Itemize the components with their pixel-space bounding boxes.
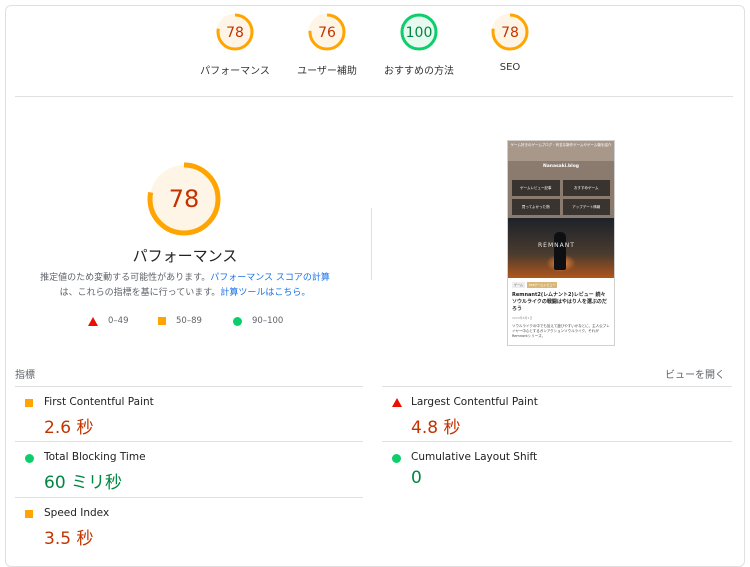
gauge-label: SEO bbox=[499, 62, 521, 73]
screenshot-site-name: Nanasaki.blog bbox=[542, 164, 580, 169]
divider bbox=[15, 96, 733, 97]
screenshot-post-title: Remnant2(レムナント2)レビュー 続々ソウルライクの戦闘はやはり人を選ぶ… bbox=[512, 292, 607, 312]
screenshot-menu-item: ゲームレビュー記事 bbox=[512, 180, 560, 196]
circle-icon bbox=[233, 316, 242, 326]
legend-label: 90–100 bbox=[252, 316, 284, 326]
metric-name: Total Blocking Time bbox=[44, 451, 146, 463]
metric-tbt: Total Blocking Time 60 ミリ秒 bbox=[15, 441, 363, 497]
metric-speed-index: Speed Index 3.5 秒 bbox=[15, 497, 363, 553]
divider bbox=[371, 208, 372, 280]
circle-icon bbox=[392, 454, 401, 463]
category-gauges: 78 パフォーマンス 76 ユーザー補助 100 おすすめの方法 78 SEO bbox=[0, 12, 750, 92]
screenshot-menu: ゲームレビュー記事 おすすめゲーム 買ってよかった物 アップデート情報 bbox=[508, 177, 614, 218]
performance-title: パフォーマンス bbox=[132, 247, 238, 265]
screenshot-menu-item: 買ってよかった物 bbox=[512, 199, 560, 215]
metric-value: 0 bbox=[411, 468, 422, 488]
screenshot-header: ゲーム好きのゲームブログ・有名な新作ゲームやゲーム機を紹介 bbox=[508, 141, 614, 161]
circle-icon bbox=[25, 454, 34, 463]
metric-name: Speed Index bbox=[44, 507, 110, 519]
triangle-icon bbox=[392, 398, 402, 407]
metric-name: Largest Contentful Paint bbox=[411, 396, 538, 408]
performance-gauge: 78 bbox=[145, 160, 223, 238]
metric-fcp: First Contentful Paint 2.6 秒 bbox=[15, 386, 363, 442]
metric-value: 60 ミリ秒 bbox=[44, 473, 123, 493]
metric-name: Cumulative Layout Shift bbox=[411, 451, 538, 463]
square-icon bbox=[25, 399, 33, 407]
calculator-link[interactable]: 計算ツールはこちら。 bbox=[220, 288, 310, 298]
desc-text: は、これらの指標を基に行っています。 bbox=[59, 288, 221, 298]
screenshot-tag: ゲーム bbox=[512, 282, 525, 288]
screenshot-post-excerpt: ソウルライクの中でも加えて遊びやすいかなとに、主人公プレイヤー中心とするガンアク… bbox=[512, 324, 610, 338]
performance-description: 推定値のため変動する可能性があります。パフォーマンス スコアの計算 は、これらの… bbox=[20, 271, 350, 301]
score-calc-link[interactable]: パフォーマンス スコアの計算 bbox=[210, 273, 330, 283]
gauge-seo[interactable]: 78 SEO bbox=[455, 12, 565, 73]
hero-figure bbox=[554, 232, 566, 270]
screenshot-menu-item: アップデート情報 bbox=[562, 199, 610, 215]
legend-label: 50–89 bbox=[176, 316, 202, 326]
screenshot-hero-image: REMNANT bbox=[508, 218, 614, 278]
metric-value: 2.6 秒 bbox=[44, 418, 94, 438]
screenshot-tag: PS5ゲームレビュー bbox=[526, 282, 558, 288]
hero-logo: REMNANT bbox=[538, 242, 575, 249]
screenshot-post-date: 2023年8月1日 bbox=[512, 316, 533, 320]
metric-name: First Contentful Paint bbox=[44, 396, 154, 408]
legend-label: 0–49 bbox=[108, 316, 129, 326]
gauge-score: 78 bbox=[501, 25, 519, 41]
performance-score: 78 bbox=[168, 185, 200, 213]
metrics-heading: 指標 bbox=[15, 370, 35, 381]
metric-value: 3.5 秒 bbox=[44, 529, 94, 549]
legend-average: 50–89 bbox=[158, 316, 202, 326]
desc-text: 推定値のため変動する可能性があります。 bbox=[40, 273, 211, 283]
screenshot-menu-item: おすすめゲーム bbox=[562, 180, 610, 196]
legend-fail: 0–49 bbox=[88, 316, 128, 326]
expand-view-toggle[interactable]: ビューを開く bbox=[665, 366, 725, 381]
square-icon bbox=[158, 317, 166, 325]
legend-pass: 90–100 bbox=[233, 316, 283, 326]
metric-lcp: Largest Contentful Paint 4.8 秒 bbox=[382, 386, 732, 442]
screenshot-tags: ゲーム PS5ゲームレビュー bbox=[512, 282, 610, 288]
metric-value: 4.8 秒 bbox=[411, 418, 461, 438]
square-icon bbox=[25, 510, 33, 518]
triangle-icon bbox=[88, 316, 98, 326]
metric-cls: Cumulative Layout Shift 0 bbox=[382, 441, 732, 497]
final-screenshot[interactable]: ゲーム好きのゲームブログ・有名な新作ゲームやゲーム機を紹介 Nanasaki.b… bbox=[507, 140, 615, 346]
screenshot-navbar: Nanasaki.blog bbox=[508, 161, 614, 177]
